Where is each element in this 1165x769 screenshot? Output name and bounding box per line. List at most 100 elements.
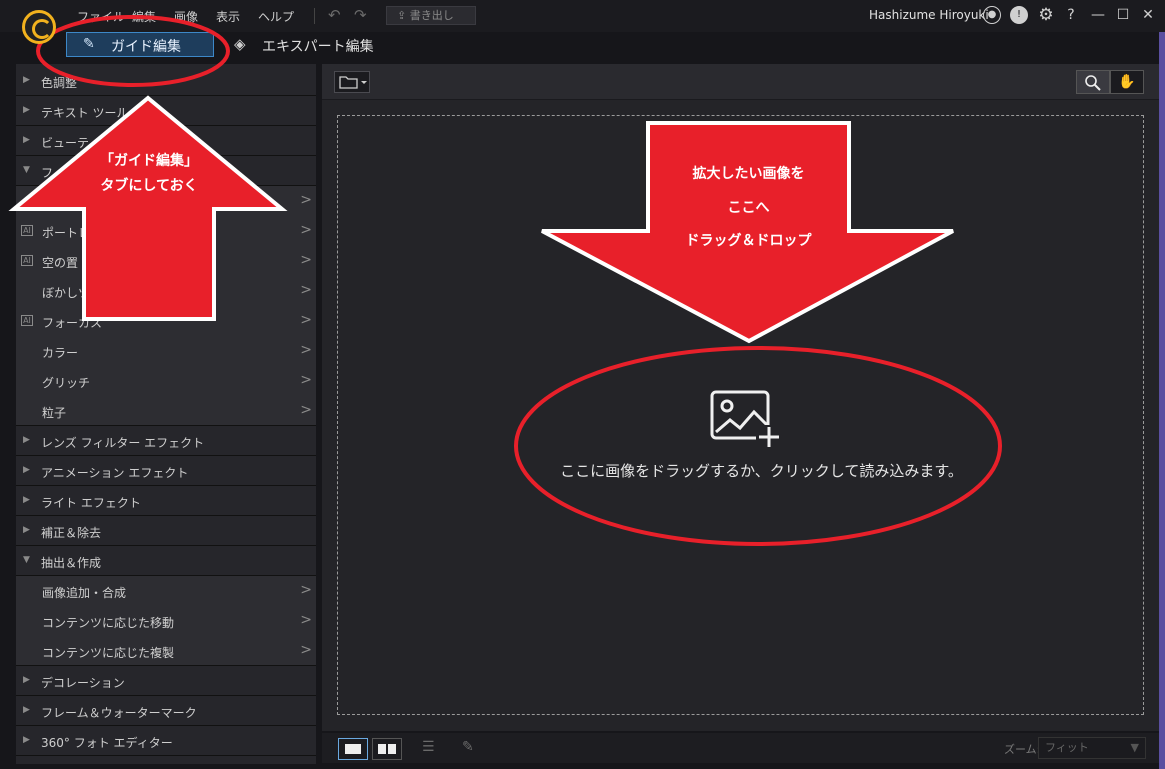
menu-file[interactable]: ファイル xyxy=(77,8,125,25)
tab-guide-edit[interactable]: ✎ ガイド編集 xyxy=(66,32,214,57)
window-frame-left xyxy=(0,32,16,769)
chevron-right-icon: > xyxy=(300,222,312,238)
app-logo xyxy=(22,10,56,44)
account-username[interactable]: Hashizume Hiroyuki xyxy=(869,8,989,22)
sidebar-item-label: ビューティー xyxy=(41,136,113,150)
sidebar-subitem-grain[interactable]: 粒子 > xyxy=(16,396,316,426)
sidebar-item-text-tool[interactable]: ▶ テキスト ツール xyxy=(16,96,316,126)
hand-icon: ✋ xyxy=(1118,74,1136,90)
sidebar-item-extract-create[interactable]: ▼ 抽出＆作成 xyxy=(16,546,316,576)
expand-triangle-icon: ▶ xyxy=(23,465,30,475)
annotation-text-right-3: ドラッグ＆ドロップ xyxy=(685,233,812,249)
sidebar-item-color-adjust[interactable]: ▶ 色調整 xyxy=(16,66,316,96)
sidebar-item-360-photo[interactable]: ▶ 360° フォト エディター xyxy=(16,726,316,756)
sidebar-item-correct-remove[interactable]: ▶ 補正＆除去 xyxy=(16,516,316,546)
single-view-button[interactable] xyxy=(338,738,368,760)
compare-view-button[interactable] xyxy=(372,738,402,760)
expand-triangle-icon: ▶ xyxy=(23,675,30,685)
edit-pencil-icon[interactable]: ✎ xyxy=(462,739,474,755)
sidebar-item-label: 補正＆除去 xyxy=(41,526,102,540)
sidebar-subitem-content-move[interactable]: コンテンツに応じた移動 > xyxy=(16,606,316,636)
menu-view[interactable]: 表示 xyxy=(216,8,240,25)
sidebar-item-lens-filter[interactable]: ▶ レンズ フィルター エフェクト xyxy=(16,426,316,456)
chevron-right-icon: > xyxy=(300,612,312,628)
expand-triangle-icon: ▶ xyxy=(23,75,30,85)
dropdown-arrow-icon: ▼ xyxy=(1130,741,1139,754)
sidebar-item-label: 粒子 xyxy=(42,406,67,420)
user-icon[interactable]: ● xyxy=(983,6,1001,24)
chevron-right-icon: > xyxy=(300,282,312,298)
sidebar-subitem-blur[interactable]: ぼかしツ > xyxy=(16,276,316,306)
sidebar-subitem-content-clone[interactable]: コンテンツに応じた複製 > xyxy=(16,636,316,666)
expand-triangle-icon: ▶ xyxy=(23,705,30,715)
help-icon[interactable]: ? xyxy=(1062,6,1080,24)
chevron-right-icon: > xyxy=(300,252,312,268)
menu-help[interactable]: ヘルプ xyxy=(258,8,294,25)
annotation-text-left-1: 「ガイド編集」 xyxy=(100,153,198,169)
expand-triangle-icon: ▶ xyxy=(23,105,30,115)
expand-triangle-icon: ▶ xyxy=(23,525,30,535)
sidebar-subitem-focus[interactable]: AI フォーカス > xyxy=(16,306,316,336)
menu-image[interactable]: 画像 xyxy=(174,8,198,25)
export-button[interactable]: ⇪ 書き出し xyxy=(386,6,476,25)
batch-list-icon[interactable]: ☰ xyxy=(422,739,435,755)
toolbar-divider xyxy=(314,8,315,24)
window-frame-right xyxy=(1159,32,1165,769)
settings-gear-icon[interactable]: ⚙ xyxy=(1037,6,1055,24)
redo-icon[interactable]: ↷ xyxy=(354,6,367,24)
mode-tab-bar: ✎ ガイド編集 ◈ エキスパート編集 xyxy=(0,32,1165,62)
chevron-right-icon: > xyxy=(300,402,312,418)
hand-tool-button[interactable]: ✋ xyxy=(1110,70,1144,94)
zoom-select[interactable]: フィット ▼ xyxy=(1038,737,1146,759)
chevron-right-icon: > xyxy=(300,312,312,328)
drop-hint-text: ここに画像をドラッグするか、クリックして読み込みます。 xyxy=(560,462,963,480)
sidebar-item-frame-watermark[interactable]: ▶ フレーム＆ウォーターマーク xyxy=(16,696,316,726)
sidebar-subitem-add-image[interactable]: 画像追加・合成 > xyxy=(16,576,316,606)
menu-edit[interactable]: 編集 xyxy=(132,8,156,25)
sidebar-subitem-portrait[interactable]: AI ポートレ > xyxy=(16,216,316,246)
export-label: 書き出し xyxy=(409,9,454,22)
ai-badge-icon: AI xyxy=(21,255,33,266)
maximize-icon[interactable]: ☐ xyxy=(1114,6,1132,24)
zoom-value: フィット xyxy=(1045,741,1089,754)
minimize-icon[interactable]: — xyxy=(1089,6,1107,24)
sidebar-item-decoration[interactable]: ▶ デコレーション xyxy=(16,666,316,696)
upload-icon: ⇪ xyxy=(397,9,407,22)
sidebar-subitem-sky[interactable]: AI 空の置 > xyxy=(16,246,316,276)
annotation-text-left-2: タブにしておく xyxy=(100,178,198,194)
bottom-bar: ☰ ✎ ズーム: フィット ▼ xyxy=(322,733,1159,763)
sidebar-item-label: 抽出＆作成 xyxy=(41,556,102,570)
open-folder-button[interactable] xyxy=(334,71,370,93)
annotation-text-right-1: 拡大したい画像を xyxy=(692,166,805,182)
zoom-label: ズーム: xyxy=(1004,743,1041,756)
magnifier-icon xyxy=(1085,75,1101,91)
sidebar-item-animation[interactable]: ▶ アニメーション エフェクト xyxy=(16,456,316,486)
layers-icon: ◈ xyxy=(234,35,246,53)
sidebar-item-label: コンテンツに応じた移動 xyxy=(42,616,175,630)
sidebar-subitem-color[interactable]: カラー > xyxy=(16,336,316,366)
chevron-right-icon: > xyxy=(300,192,312,208)
expand-triangle-icon: ▶ xyxy=(23,435,30,445)
ai-badge-icon: AI xyxy=(21,225,33,236)
sidebar-item-label: ライト エフェクト xyxy=(41,496,141,510)
sidebar-item-label: フ xyxy=(41,166,54,180)
sidebar-item-label: レンズ フィルター エフェクト xyxy=(41,436,205,450)
expand-triangle-icon: ▶ xyxy=(23,135,30,145)
magic-wand-icon: ✎ xyxy=(83,36,95,52)
collapse-triangle-icon: ▼ xyxy=(23,555,30,565)
undo-icon[interactable]: ↶ xyxy=(328,6,341,24)
close-icon[interactable]: ✕ xyxy=(1139,6,1157,24)
sidebar-item-label: コンテンツに応じた複製 xyxy=(42,646,175,660)
zoom-tool-button[interactable] xyxy=(1076,70,1110,94)
sidebar-item-label: ぼかしツ xyxy=(42,286,91,300)
chevron-right-icon: > xyxy=(300,582,312,598)
sidebar-subitem-glitch[interactable]: グリッチ > xyxy=(16,366,316,396)
notification-icon[interactable]: ! xyxy=(1010,6,1028,24)
expand-triangle-icon: ▶ xyxy=(23,735,30,745)
annotation-text-right-2: ここへ xyxy=(727,200,770,216)
single-view-icon xyxy=(345,744,361,754)
sidebar-item-label: グリッチ xyxy=(42,376,91,390)
chevron-right-icon: > xyxy=(300,642,312,658)
sidebar-item-light-effect[interactable]: ▶ ライト エフェクト xyxy=(16,486,316,516)
sidebar-item-label: フレーム＆ウォーターマーク xyxy=(41,706,197,720)
